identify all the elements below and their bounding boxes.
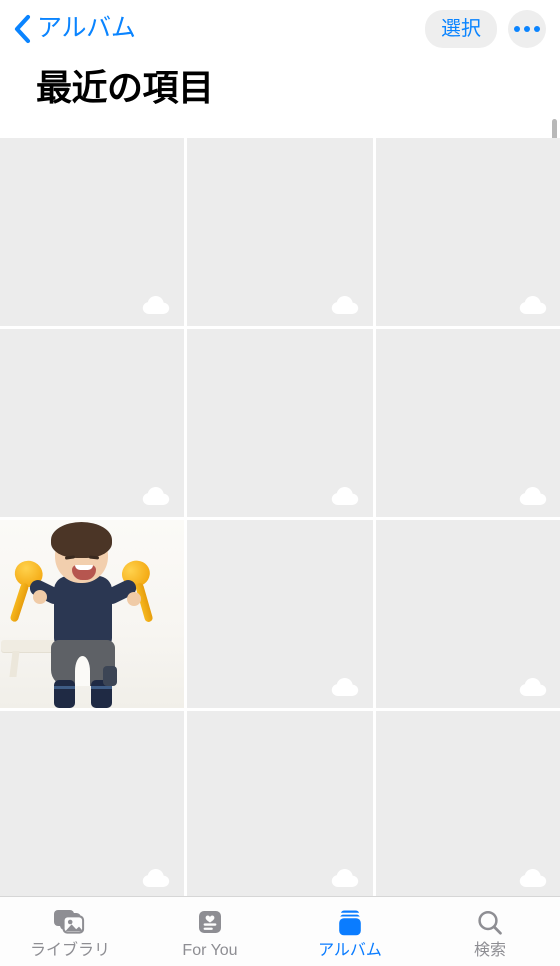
title-area: 最近の項目 (0, 57, 560, 179)
icloud-cloud-icon (519, 869, 547, 887)
photo-grid-item-placeholder[interactable] (0, 711, 185, 896)
photo-shirt (54, 576, 112, 648)
tab-label: 検索 (473, 941, 506, 959)
icloud-cloud-icon (331, 487, 358, 505)
ellipsis-dot (524, 25, 530, 32)
photo-hand-right (127, 592, 141, 606)
icloud-cloud-icon (143, 869, 170, 887)
photo-grid-item-placeholder[interactable] (375, 138, 560, 326)
ellipsis-dot (534, 25, 540, 32)
for-you-card-icon (199, 910, 221, 933)
tab-label: For You (182, 941, 238, 959)
icloud-cloud-icon (519, 487, 547, 505)
tab-label: ライブラリ (29, 941, 110, 959)
tab-icon-wrap (53, 907, 87, 939)
photo-grid-item-placeholder[interactable] (375, 711, 560, 896)
tab-icon-wrap (196, 907, 224, 939)
photos-app-screen: アルバム 選択 最近の項目 ライブラリ For You アルバム 検索 (0, 0, 560, 966)
photo-grid-item-placeholder[interactable] (187, 711, 373, 896)
photo-grid-item-placeholder[interactable] (187, 329, 373, 517)
ellipsis-dot (514, 25, 520, 32)
page-title: 最近の項目 (36, 67, 214, 108)
back-button[interactable]: アルバム (8, 12, 140, 46)
photo-grid-item-placeholder[interactable] (0, 329, 185, 517)
photo-grid-item-placeholder[interactable] (187, 520, 373, 708)
photo-hair (51, 522, 112, 558)
tab-icon-wrap (475, 907, 505, 939)
photo-shorts-patch (103, 666, 117, 686)
photo-thumbnail-baby (0, 520, 185, 708)
photo-grid (0, 138, 560, 896)
photo-hand-left (33, 590, 47, 604)
photo-grid-item-placeholder[interactable] (375, 520, 560, 708)
photo-grid-item-placeholder[interactable] (375, 329, 560, 517)
icloud-cloud-icon (143, 296, 170, 314)
photo-stack-icon (54, 909, 85, 934)
more-options-button[interactable] (508, 9, 546, 48)
albums-book-icon (339, 909, 361, 935)
photo-grid-scroll-area[interactable] (0, 138, 560, 896)
photo-leg-left (54, 680, 75, 708)
icloud-cloud-icon (331, 678, 358, 696)
icloud-cloud-icon (519, 296, 547, 314)
select-button[interactable]: 選択 (425, 9, 497, 48)
tab-icon-wrap (335, 907, 365, 939)
tab-albums[interactable]: アルバム (280, 897, 420, 966)
tab-for-you[interactable]: For You (140, 897, 280, 966)
photo-grid-item-photo[interactable] (0, 520, 185, 708)
photo-grid-item-placeholder[interactable] (0, 138, 185, 326)
select-button-label: 選択 (441, 17, 481, 40)
navigation-bar: アルバム 選択 (0, 0, 560, 57)
photo-grid-item-placeholder[interactable] (187, 138, 373, 326)
icloud-cloud-icon (519, 678, 547, 696)
chevron-left-icon (14, 14, 31, 43)
icloud-cloud-icon (331, 869, 358, 887)
search-magnifier-icon (478, 910, 502, 935)
tab-label: アルバム (318, 941, 382, 959)
tab-search[interactable]: 検索 (420, 897, 560, 966)
icloud-cloud-icon (143, 487, 170, 505)
nav-actions: 選択 (425, 9, 546, 48)
back-button-label: アルバム (37, 14, 136, 42)
tab-library[interactable]: ライブラリ (0, 897, 140, 966)
tab-bar: ライブラリ For You アルバム 検索 (0, 896, 560, 966)
icloud-cloud-icon (331, 296, 358, 314)
